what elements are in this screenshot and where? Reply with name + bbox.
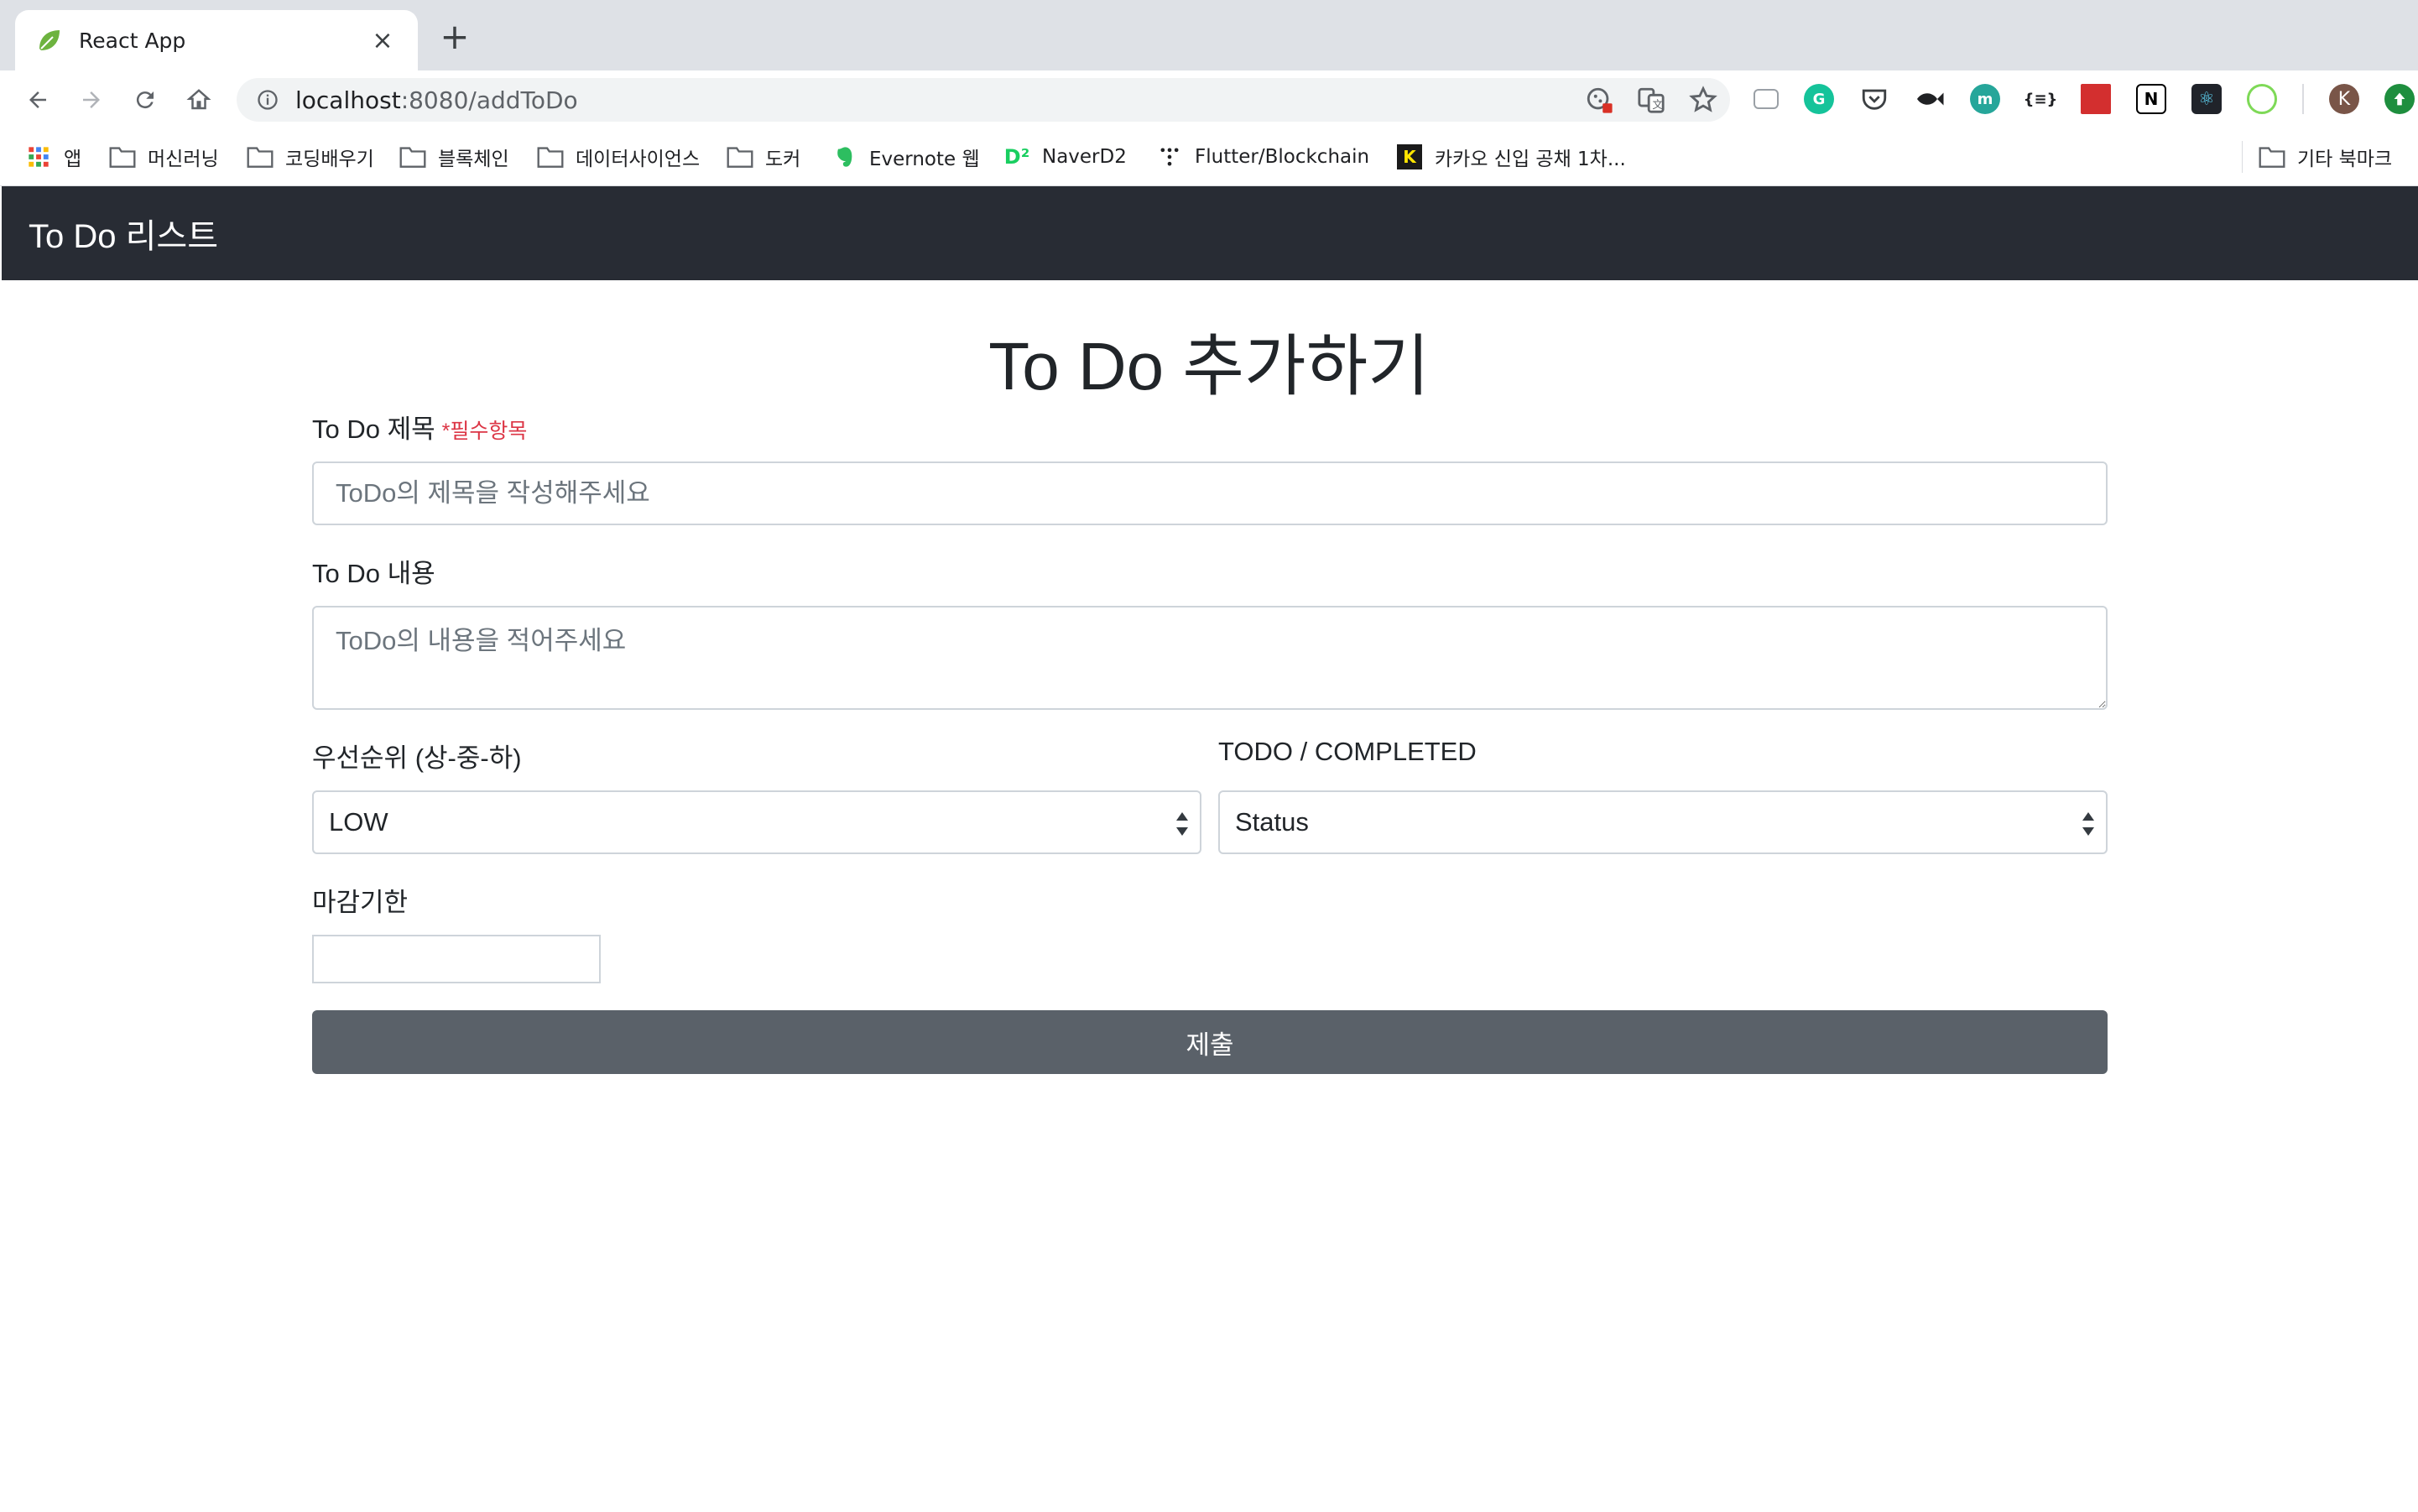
required-marker: *필수항목 bbox=[441, 420, 528, 443]
bookmark-label: Flutter/Blockchain bbox=[1195, 146, 1370, 168]
priority-selected-value: LOW bbox=[329, 807, 388, 837]
priority-select[interactable]: LOW bbox=[312, 790, 1201, 854]
bookmark-label: 데이터사이언스 bbox=[576, 149, 701, 170]
reload-icon[interactable] bbox=[126, 81, 164, 119]
select-arrows-icon bbox=[2079, 807, 2098, 841]
priority-label: 우선순위 (상-중-하) bbox=[312, 743, 522, 773]
select-arrows-icon bbox=[1173, 807, 1191, 841]
green-ring-icon[interactable] bbox=[2247, 84, 2277, 114]
naverd2-icon: D² bbox=[1003, 145, 1030, 169]
leaf-icon bbox=[35, 26, 64, 55]
bookmark-kakao[interactable]: K 카카오 신입 공채 1차... bbox=[1396, 141, 1626, 173]
bookmark-label: 기타 북마크 bbox=[2297, 149, 2393, 170]
app-navbar: To Do 리스트 bbox=[2, 186, 2418, 280]
profile-avatar[interactable]: K bbox=[2329, 84, 2359, 114]
bookmark-folder-docker[interactable]: 도커 bbox=[727, 141, 800, 173]
back-icon[interactable] bbox=[18, 81, 57, 119]
evernote-icon bbox=[831, 145, 857, 169]
folder-icon bbox=[109, 145, 136, 169]
bookmark-label: 머신러닝 bbox=[148, 149, 219, 170]
translate-icon[interactable]: 文 bbox=[1636, 85, 1666, 115]
close-tab-icon[interactable]: × bbox=[367, 25, 398, 55]
kakao-icon: K bbox=[1396, 144, 1423, 169]
bookmark-evernote[interactable]: Evernote 웹 bbox=[831, 141, 980, 173]
title-input[interactable] bbox=[312, 461, 2108, 525]
bookmark-label: 카카오 신입 공채 1차... bbox=[1435, 149, 1626, 170]
dots-icon bbox=[1156, 145, 1183, 169]
folder-icon bbox=[2259, 145, 2285, 169]
url-text: localhost:8080/addToDo bbox=[295, 86, 578, 114]
extensions-row: G m {≡} N ⚛ K bbox=[1754, 84, 2415, 114]
navbar-brand[interactable]: To Do 리스트 bbox=[29, 209, 218, 258]
bookmark-label: NaverD2 bbox=[1042, 146, 1127, 168]
pocket-icon[interactable] bbox=[1859, 84, 1889, 114]
bookmark-flutter-blockchain[interactable]: Flutter/Blockchain bbox=[1156, 141, 1369, 173]
content-textarea[interactable] bbox=[312, 606, 2108, 710]
red-book-icon[interactable] bbox=[2081, 84, 2111, 114]
deadline-input[interactable] bbox=[312, 935, 601, 983]
folder-icon bbox=[537, 145, 564, 169]
cast-icon[interactable] bbox=[1754, 89, 1779, 109]
react-devtools-icon[interactable]: ⚛ bbox=[2191, 84, 2222, 114]
browser-tab[interactable]: React App × bbox=[15, 10, 418, 70]
bookmarks-bar: 앱 머신러닝 코딩배우기 블록체인 데이터사이언스 도커 Evernote 웹 … bbox=[0, 129, 2418, 186]
bookmark-label: Evernote 웹 bbox=[869, 149, 980, 170]
bookmark-folder-coding[interactable]: 코딩배우기 bbox=[247, 141, 374, 173]
status-selected-value: Status bbox=[1235, 807, 1309, 837]
submit-button[interactable]: 제출 bbox=[312, 1010, 2108, 1074]
title-label: To Do 제목 bbox=[312, 414, 435, 444]
folder-icon bbox=[399, 145, 426, 169]
tab-strip: React App × + bbox=[0, 0, 2418, 70]
svg-text:文: 文 bbox=[1652, 99, 1663, 112]
info-icon[interactable] bbox=[255, 87, 280, 112]
bookmark-folder-ml[interactable]: 머신러닝 bbox=[109, 141, 219, 173]
address-bar[interactable]: localhost:8080/addToDo 文 bbox=[237, 78, 1730, 122]
cookie-blocked-icon[interactable] bbox=[1584, 85, 1614, 115]
bookmark-star-icon[interactable] bbox=[1688, 85, 1718, 115]
title-label-row: To Do 제목 *필수항목 bbox=[312, 408, 527, 446]
content-label: To Do 내용 bbox=[312, 559, 435, 588]
teal-circle-icon[interactable]: m bbox=[1970, 84, 2000, 114]
grammarly-icon[interactable]: G bbox=[1804, 84, 1834, 114]
new-tab-button[interactable]: + bbox=[436, 18, 473, 55]
bookmark-label: 코딩배우기 bbox=[285, 149, 374, 170]
bookmark-label: 블록체인 bbox=[438, 149, 509, 170]
notion-icon[interactable]: N bbox=[2136, 84, 2166, 114]
bookmarks-divider bbox=[2242, 141, 2243, 173]
bookmark-folder-blockchain[interactable]: 블록체인 bbox=[399, 141, 509, 173]
bookmark-label: 앱 bbox=[64, 149, 82, 170]
page-title: To Do 추가하기 bbox=[988, 329, 1430, 404]
tab-title: React App bbox=[79, 28, 186, 53]
bookmark-label: 도커 bbox=[765, 149, 801, 170]
fish-icon[interactable] bbox=[1915, 84, 1945, 114]
json-icon[interactable]: {≡} bbox=[2024, 84, 2057, 114]
home-icon[interactable] bbox=[180, 81, 218, 119]
forward-icon[interactable] bbox=[72, 81, 111, 119]
apps-grid-icon bbox=[25, 145, 52, 169]
folder-icon bbox=[727, 145, 753, 169]
browser-toolbar: localhost:8080/addToDo 文 G m {≡} N ⚛ K bbox=[0, 70, 2418, 129]
bookmark-other[interactable]: 기타 북마크 bbox=[2259, 141, 2392, 173]
toolbar-divider bbox=[2302, 84, 2304, 114]
bookmark-naverd2[interactable]: D² NaverD2 bbox=[1003, 141, 1127, 173]
omnibox-actions: 文 bbox=[1584, 85, 1718, 115]
folder-icon bbox=[247, 145, 274, 169]
status-select[interactable]: Status bbox=[1218, 790, 2108, 854]
bookmark-apps[interactable]: 앱 bbox=[25, 141, 81, 173]
bookmark-folder-datascience[interactable]: 데이터사이언스 bbox=[537, 141, 700, 173]
deadline-label: 마감기한 bbox=[312, 888, 409, 917]
status-label: TODO / COMPLETED bbox=[1218, 737, 1477, 766]
update-arrow-icon[interactable] bbox=[2384, 84, 2415, 114]
